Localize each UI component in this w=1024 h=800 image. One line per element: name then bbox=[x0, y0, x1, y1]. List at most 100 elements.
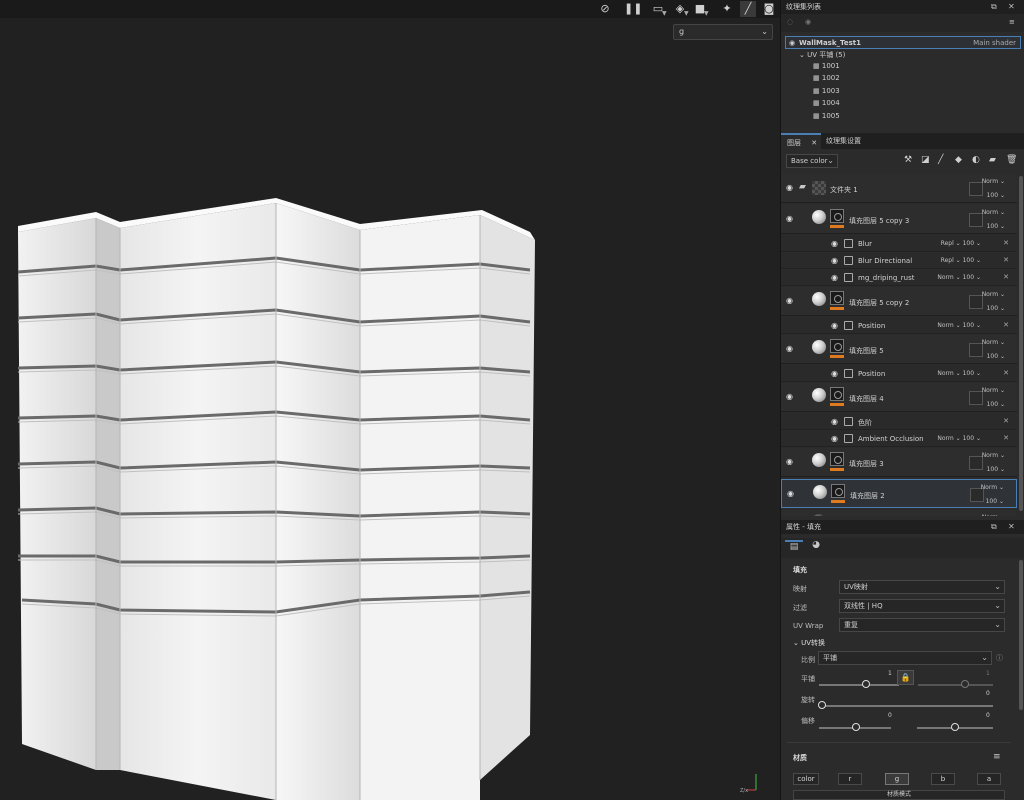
effect-blend[interactable]: Repl ⌄ 100 ⌄ bbox=[941, 257, 981, 264]
rotation-slider-track[interactable] bbox=[823, 705, 993, 707]
scale-mode-dropdown[interactable]: 平铺 ⌄ bbox=[818, 651, 992, 665]
effect-row[interactable]: ◉ Position Norm ⌄ 100 ⌄ ✕ bbox=[781, 318, 1017, 334]
properties-scrollbar[interactable] bbox=[1019, 560, 1023, 710]
layer-channel-select[interactable]: Base color ⌄ bbox=[786, 154, 838, 168]
menu-icon[interactable]: ≡ bbox=[1009, 18, 1015, 26]
layer-row[interactable]: ◉ 填充图层 4 Norm ⌄ 100 ⌄ bbox=[781, 383, 1017, 412]
eye-icon[interactable]: ◉ bbox=[786, 344, 793, 353]
remove-effect-icon[interactable]: ✕ bbox=[1003, 273, 1009, 281]
effect-blend[interactable]: Norm ⌄ 100 ⌄ bbox=[937, 322, 981, 329]
offset-slider-knob[interactable] bbox=[852, 723, 860, 731]
eye-icon[interactable]: ◉ bbox=[786, 457, 793, 466]
mask-thumbnail[interactable] bbox=[830, 387, 844, 401]
close-panel-icon[interactable]: ✕ bbox=[1008, 520, 1015, 534]
tiling-slider-2-knob[interactable] bbox=[961, 680, 969, 688]
uv-tile-item[interactable]: ▦ 1005 bbox=[813, 112, 840, 120]
add-fill-layer-icon[interactable]: ◆ bbox=[955, 155, 962, 165]
tiling-slider-2-track[interactable] bbox=[918, 684, 993, 686]
rotation-slider-knob[interactable] bbox=[818, 701, 826, 709]
blend-mode[interactable]: Norm ⌄ bbox=[981, 484, 1004, 491]
opacity-value[interactable]: 100 ⌄ bbox=[987, 353, 1005, 360]
eye-icon[interactable]: ◉ bbox=[786, 296, 793, 305]
eye-icon[interactable]: ◉ bbox=[831, 321, 838, 330]
effect-blend[interactable]: Norm ⌄ 100 ⌄ bbox=[937, 435, 981, 442]
uv-tile-group[interactable]: ⌄ UV 平铺 (5) bbox=[799, 50, 845, 60]
remove-effect-icon[interactable]: ✕ bbox=[1003, 417, 1009, 425]
channel-button-r[interactable]: r bbox=[838, 773, 862, 785]
offset-slider-2-knob[interactable] bbox=[951, 723, 959, 731]
tiling-slider-knob[interactable] bbox=[862, 680, 870, 688]
opacity-value[interactable]: 100 ⌄ bbox=[986, 498, 1004, 505]
effect-row[interactable]: ◉ mg_driping_rust Norm ⌄ 100 ⌄ ✕ bbox=[781, 270, 1017, 286]
layer-row[interactable]: ◉ 填充图层 3 Norm ⌄ 100 ⌄ bbox=[781, 448, 1017, 477]
float-panel-icon[interactable]: ⧉ bbox=[991, 0, 997, 14]
effect-blend[interactable]: Repl ⌄ 100 ⌄ bbox=[941, 240, 981, 247]
visibility-off-icon[interactable]: ◌ bbox=[787, 18, 793, 26]
blend-mode[interactable]: Norm ⌄ bbox=[982, 514, 1005, 516]
effect-row[interactable]: ◉ Position Norm ⌄ 100 ⌄ ✕ bbox=[781, 366, 1017, 382]
channel-button-a[interactable]: a bbox=[977, 773, 1001, 785]
blend-mode[interactable]: Norm ⌄ bbox=[982, 339, 1005, 346]
blend-mode[interactable]: Norm ⌄ bbox=[982, 452, 1005, 459]
layer-row[interactable]: ◉ 填充图层 2 Norm ⌄ 100 ⌄ bbox=[781, 479, 1017, 508]
opacity-value[interactable]: 100 ⌄ bbox=[987, 223, 1005, 230]
eye-icon[interactable]: ◉ bbox=[831, 434, 838, 443]
channel-button-color[interactable]: color bbox=[793, 773, 819, 785]
add-effect-icon[interactable]: ⚒ bbox=[904, 155, 912, 165]
float-panel-icon[interactable]: ⧉ bbox=[991, 520, 997, 534]
material-options-icon[interactable]: ≡ bbox=[993, 752, 1001, 762]
remove-effect-icon[interactable]: ✕ bbox=[1003, 369, 1009, 377]
fill-properties-icon[interactable]: ▤ bbox=[785, 540, 803, 556]
opacity-value[interactable]: 100 ⌄ bbox=[987, 305, 1005, 312]
blend-mode[interactable]: Norm ⌄ bbox=[982, 178, 1005, 185]
texture-set-item[interactable]: ◉ WallMask_Test1 Main shader bbox=[785, 36, 1021, 49]
add-paint-layer-icon[interactable]: ╱ bbox=[938, 155, 943, 165]
mask-thumbnail[interactable] bbox=[830, 209, 844, 223]
tab-texture-settings[interactable]: 纹理集设置 bbox=[826, 133, 861, 149]
eye-icon[interactable]: ◉ bbox=[789, 39, 795, 47]
eye-icon[interactable]: ◉ bbox=[831, 273, 838, 282]
layer-row[interactable]: ◉ 填充图层 5 copy 2 Norm ⌄ 100 ⌄ bbox=[781, 287, 1017, 316]
eye-icon[interactable]: ◉ bbox=[805, 18, 811, 26]
projection-dropdown[interactable]: UV映射 ⌄ bbox=[839, 580, 1005, 594]
close-panel-icon[interactable]: ✕ bbox=[1008, 0, 1015, 14]
uv-tile-item[interactable]: ▦ 1002 bbox=[813, 74, 840, 82]
delete-layer-icon[interactable]: 🗑 bbox=[1006, 155, 1017, 165]
layer-row[interactable]: ◉ 填充图层 5 copy 3 Norm ⌄ 100 ⌄ bbox=[781, 205, 1017, 234]
blend-mode[interactable]: Norm ⌄ bbox=[982, 291, 1005, 298]
info-icon[interactable]: ⓘ bbox=[996, 653, 1003, 663]
mask-thumbnail[interactable] bbox=[830, 291, 844, 305]
channel-button-b[interactable]: b bbox=[931, 773, 955, 785]
material-ball-icon[interactable]: ◕ bbox=[807, 540, 825, 556]
eye-icon[interactable]: ◉ bbox=[787, 489, 794, 498]
shader-name[interactable]: Main shader bbox=[973, 39, 1016, 47]
layer-row[interactable]: ◉ 填充图层 5 Norm ⌄ 100 ⌄ bbox=[781, 335, 1017, 364]
lock-icon[interactable]: 🔒 bbox=[897, 670, 914, 685]
add-folder-icon[interactable]: ▰ bbox=[989, 155, 996, 165]
close-tab-icon[interactable]: ✕ bbox=[811, 139, 817, 147]
tab-layers[interactable]: 图层 ✕ bbox=[781, 133, 821, 149]
effect-blend[interactable]: Norm ⌄ 100 ⌄ bbox=[937, 274, 981, 281]
add-smart-material-icon[interactable]: ◐ bbox=[972, 155, 980, 165]
eye-icon[interactable]: ◉ bbox=[831, 256, 838, 265]
mask-thumbnail[interactable] bbox=[830, 452, 844, 466]
mask-thumbnail[interactable] bbox=[830, 339, 844, 353]
effect-blend[interactable]: Norm ⌄ 100 ⌄ bbox=[937, 370, 981, 377]
remove-effect-icon[interactable]: ✕ bbox=[1003, 434, 1009, 442]
uv-tile-item[interactable]: ▦ 1001 bbox=[813, 62, 840, 70]
blend-mode[interactable]: Norm ⌄ bbox=[982, 209, 1005, 216]
add-mask-icon[interactable]: ◪ bbox=[921, 155, 930, 165]
uv-tile-item[interactable]: ▦ 1003 bbox=[813, 87, 840, 95]
eye-icon[interactable]: ◉ bbox=[831, 369, 838, 378]
effect-row[interactable]: ◉ Blur Directional Repl ⌄ 100 ⌄ ✕ bbox=[781, 253, 1017, 269]
opacity-value[interactable]: 100 ⌄ bbox=[987, 192, 1005, 199]
uvwrap-dropdown[interactable]: 重复 ⌄ bbox=[839, 618, 1005, 632]
eye-icon[interactable]: ◉ bbox=[831, 239, 838, 248]
tiling-slider-track[interactable] bbox=[819, 684, 899, 686]
material-mode-button[interactable]: 材质模式 bbox=[793, 790, 1005, 800]
eye-icon[interactable]: ◉ bbox=[786, 183, 793, 192]
layer-scrollbar[interactable] bbox=[1019, 176, 1023, 511]
filtering-dropdown[interactable]: 双线性 | HQ ⌄ bbox=[839, 599, 1005, 613]
remove-effect-icon[interactable]: ✕ bbox=[1003, 321, 1009, 329]
effect-row[interactable]: ◉ Blur Repl ⌄ 100 ⌄ ✕ bbox=[781, 236, 1017, 252]
